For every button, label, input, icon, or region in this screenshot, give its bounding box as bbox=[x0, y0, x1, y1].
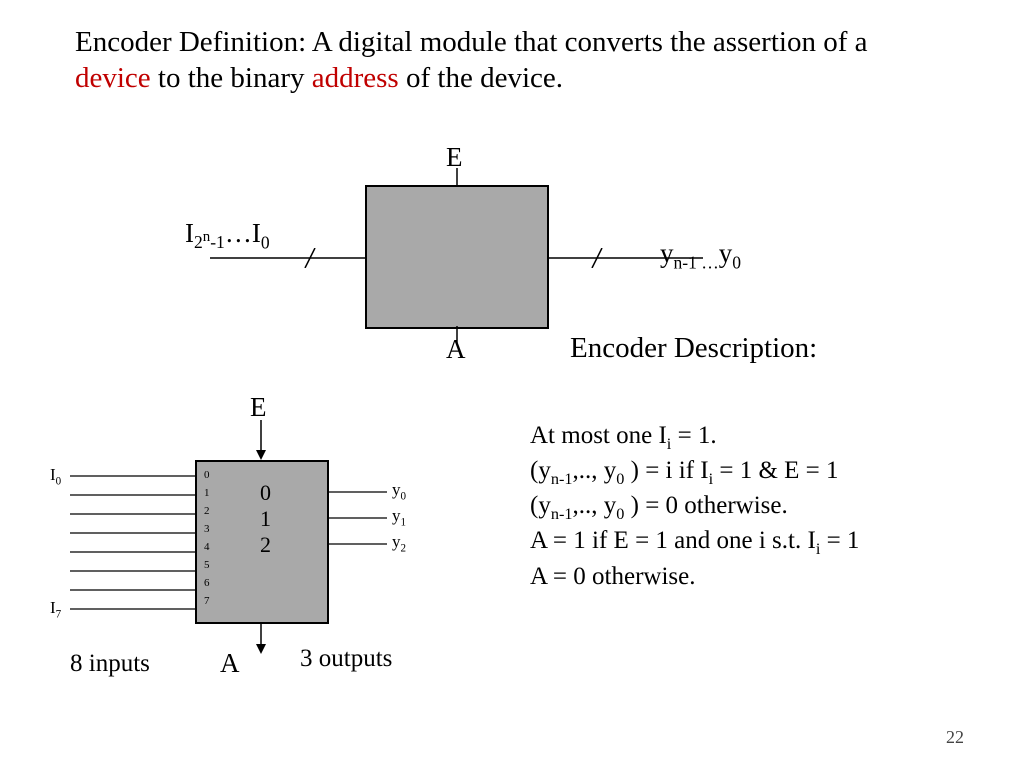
desc-line-4: A = 1 if E = 1 and one i s.t. Ii = 1 bbox=[530, 525, 990, 560]
label-I0: I0 bbox=[50, 465, 61, 487]
desc-line-2: (yn-1,.., y0 ) = i if Ii = 1 & E = 1 bbox=[530, 455, 990, 490]
label-y0: y0 bbox=[392, 480, 406, 502]
label-I7: I7 bbox=[50, 598, 61, 620]
encoder-box-generic bbox=[365, 185, 549, 329]
description-title: Encoder Description: bbox=[570, 332, 817, 365]
def-device: device bbox=[75, 62, 151, 94]
label-3-outputs: 3 outputs bbox=[300, 645, 392, 673]
label-A-2: A bbox=[220, 648, 240, 679]
def-part3: to the binary bbox=[151, 62, 312, 94]
label-input-bus: I2n-1…I0 bbox=[185, 218, 270, 253]
line-E-to-box-1 bbox=[452, 168, 462, 186]
def-address: address bbox=[312, 62, 399, 94]
def-part5: of the device. bbox=[399, 62, 563, 94]
slide-number: 22 bbox=[946, 727, 964, 748]
wires-3-outputs bbox=[327, 486, 387, 556]
arrow-E-to-box-2 bbox=[254, 420, 268, 460]
label-y2: y2 bbox=[392, 532, 406, 554]
desc-line-5: A = 0 otherwise. bbox=[530, 561, 990, 594]
def-part1: Encoder Definition: A digital module tha… bbox=[75, 26, 867, 58]
label-output-bus: yn-1 …y0 bbox=[660, 238, 741, 273]
internal-nums-left: 0 1 2 3 4 5 6 7 bbox=[204, 466, 210, 610]
wires-8-inputs bbox=[70, 470, 196, 615]
arrow-box-to-A-2 bbox=[254, 622, 268, 654]
description-body: At most one Ii = 1. (yn-1,.., y0 ) = i i… bbox=[530, 420, 990, 593]
desc-line-1: At most one Ii = 1. bbox=[530, 420, 990, 455]
internal-nums-right: 0 1 2 bbox=[260, 480, 271, 558]
definition-text: Encoder Definition: A digital module tha… bbox=[75, 24, 945, 97]
label-A-1: A bbox=[446, 334, 466, 365]
label-E-2: E bbox=[250, 392, 267, 423]
desc-line-3: (yn-1,.., y0 ) = 0 otherwise. bbox=[530, 490, 990, 525]
label-y1: y1 bbox=[392, 506, 406, 528]
label-8-inputs: 8 inputs bbox=[70, 650, 150, 678]
